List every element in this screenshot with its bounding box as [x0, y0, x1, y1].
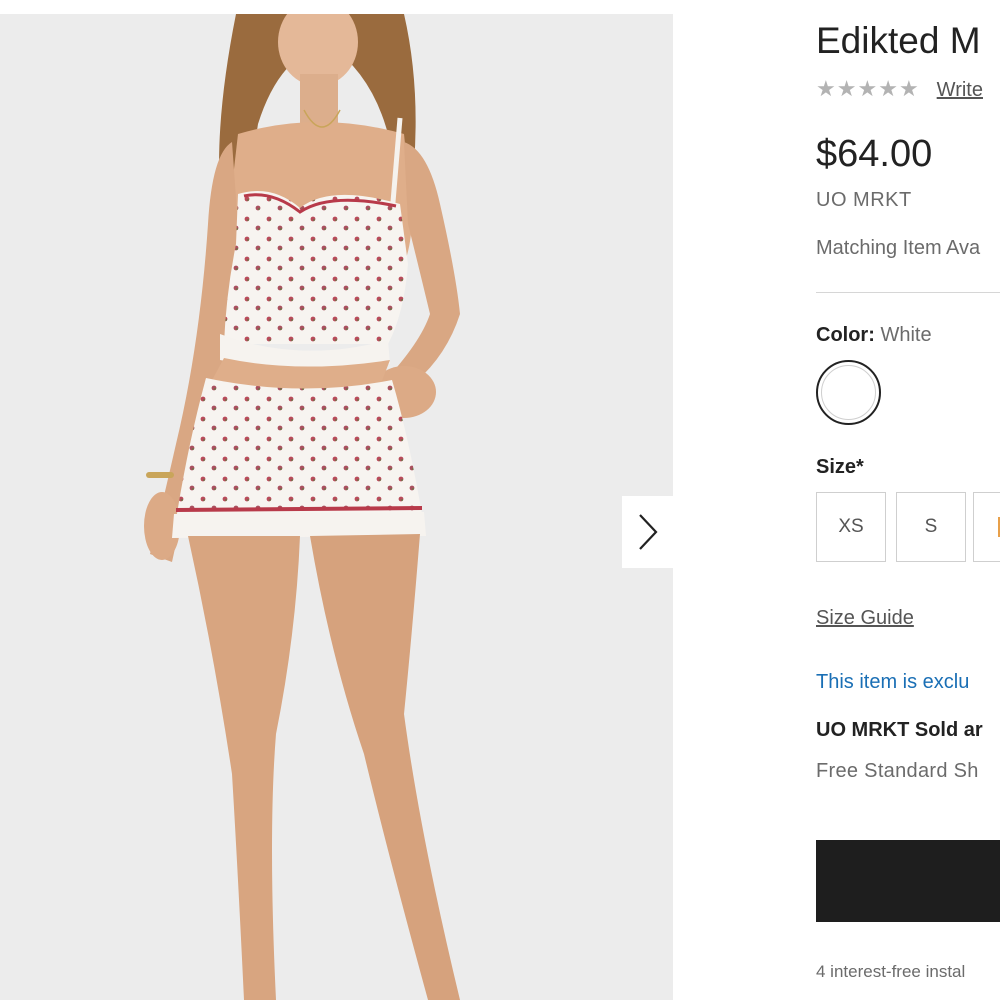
product-gallery [0, 14, 673, 1000]
brand-label: UO MRKT [816, 189, 912, 211]
product-photo [0, 14, 673, 1000]
write-review-link[interactable]: Write [937, 79, 983, 102]
color-value: White [880, 324, 932, 346]
next-image-button[interactable] [622, 496, 673, 568]
exclusive-notice[interactable]: This item is exclu [816, 671, 969, 694]
color-label: Color: [816, 324, 875, 346]
matching-item-note: Matching Item Ava [816, 237, 981, 259]
star-icon: ★ [836, 77, 857, 102]
star-rating[interactable]: ★ ★ ★ ★ ★ [816, 78, 919, 102]
size-label: Size* [816, 456, 864, 478]
size-option-s[interactable]: S [896, 492, 966, 562]
installments-note: 4 interest-free instal [816, 962, 966, 981]
shipping-note: Free Standard Sh [816, 760, 979, 782]
color-row: Color: White [816, 324, 932, 347]
size-option-xs[interactable]: XS [816, 492, 886, 562]
swatch-fill [821, 365, 876, 420]
size-option-partial[interactable] [973, 492, 1000, 562]
chevron-right-icon [639, 514, 658, 550]
star-icon: ★ [816, 77, 836, 102]
add-to-bag-button[interactable] [816, 840, 1000, 922]
divider [816, 292, 1000, 293]
rating-row: ★ ★ ★ ★ ★ Write [816, 78, 983, 102]
product-price: $64.00 [816, 133, 933, 175]
sold-by-label: UO MRKT Sold ar [816, 719, 983, 741]
star-icon: ★ [878, 77, 898, 102]
product-info-panel: Edikted M ★ ★ ★ ★ ★ Write $64.00 UO MRKT Mat… [816, 0, 1000, 1000]
star-icon: ★ [857, 77, 878, 102]
color-swatch-white[interactable] [816, 360, 881, 425]
size-guide-link[interactable]: Size Guide [816, 607, 914, 630]
star-icon: ★ [898, 77, 919, 102]
product-title: Edikted M [816, 20, 981, 61]
